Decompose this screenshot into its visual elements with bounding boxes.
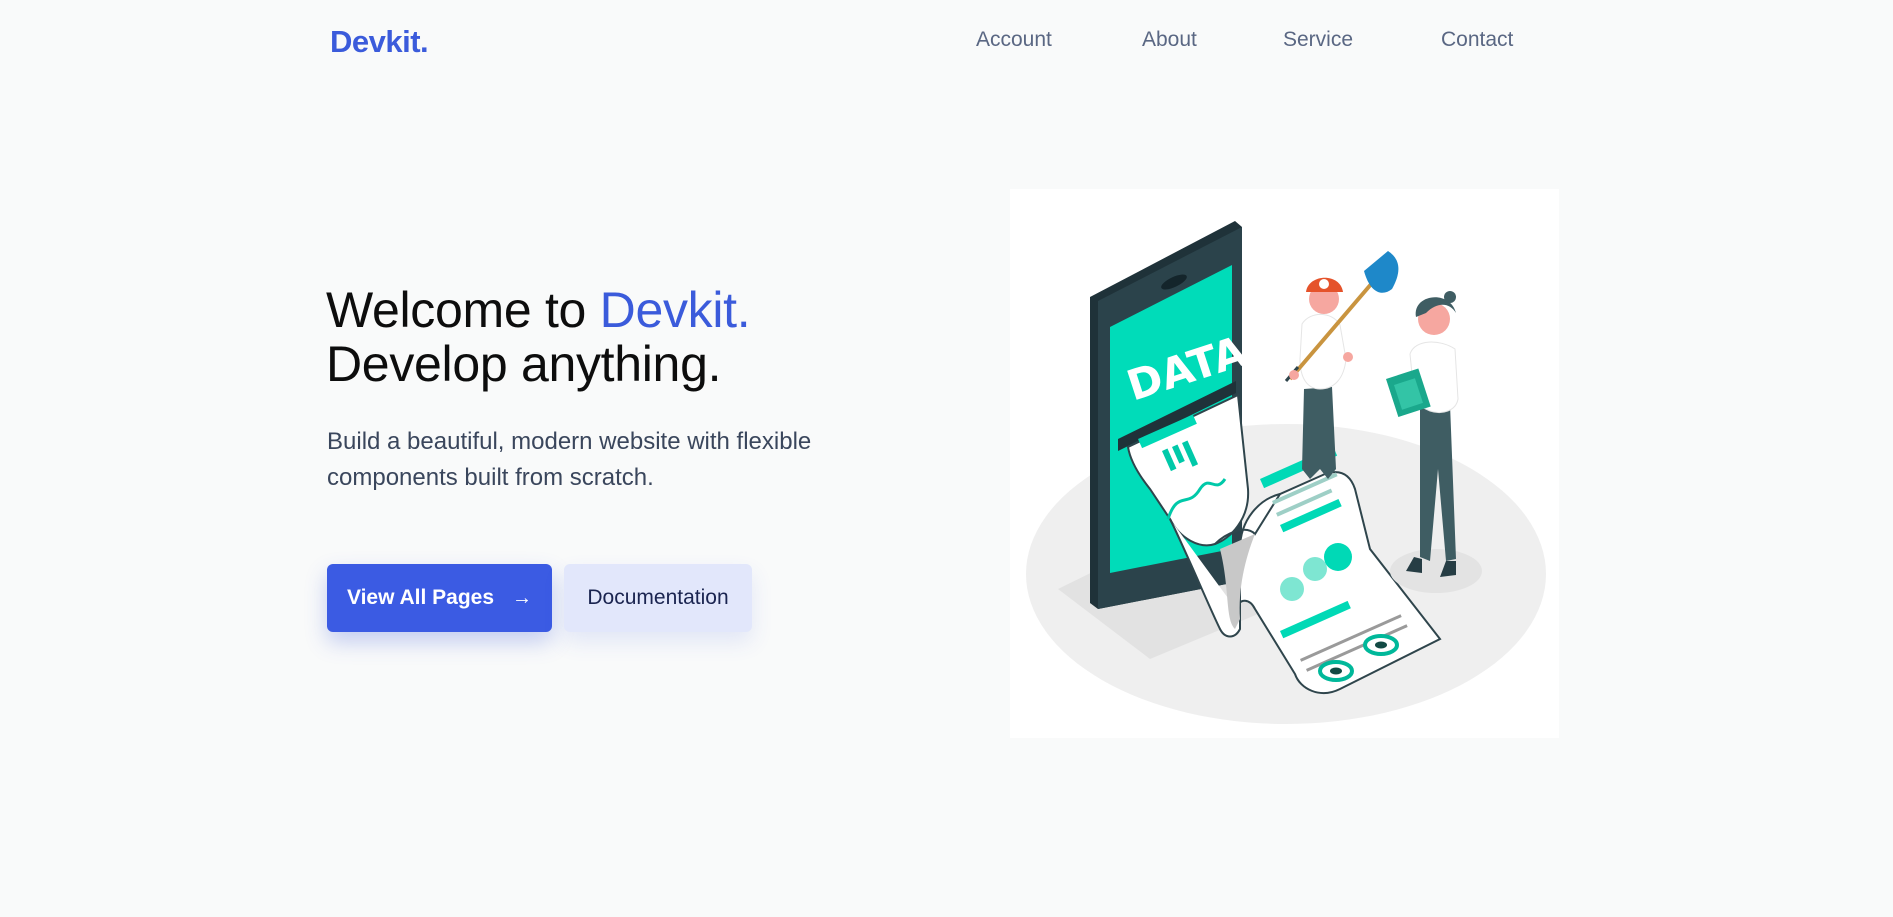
hero-illustration: DATA xyxy=(1010,189,1559,738)
hero-title: Welcome to Devkit. Develop anything. xyxy=(326,282,751,392)
documentation-button[interactable]: Documentation xyxy=(564,564,752,632)
view-all-pages-button[interactable]: View All Pages → xyxy=(327,564,552,632)
arrow-right-icon: → xyxy=(512,586,533,609)
top-navbar: Devkit. Account About Service Contact xyxy=(0,0,1893,86)
nav-link-account[interactable]: Account xyxy=(976,28,1052,52)
nav-link-contact[interactable]: Contact xyxy=(1441,28,1513,52)
view-all-pages-label: View All Pages xyxy=(346,586,495,609)
nav-link-service[interactable]: Service xyxy=(1283,28,1353,52)
hero-subtitle: Build a beautiful, modern website with f… xyxy=(327,428,812,491)
documentation-label: Documentation xyxy=(587,586,729,609)
data-report-illustration: DATA xyxy=(1026,221,1546,724)
nav-links: Account About Service Contact xyxy=(0,28,1893,58)
hero-title-line2: Develop anything. xyxy=(326,336,722,392)
hero-title-prefix: Welcome to xyxy=(326,282,600,338)
nav-link-about[interactable]: About xyxy=(1142,28,1197,52)
hero-title-accent: Devkit. xyxy=(599,282,751,338)
